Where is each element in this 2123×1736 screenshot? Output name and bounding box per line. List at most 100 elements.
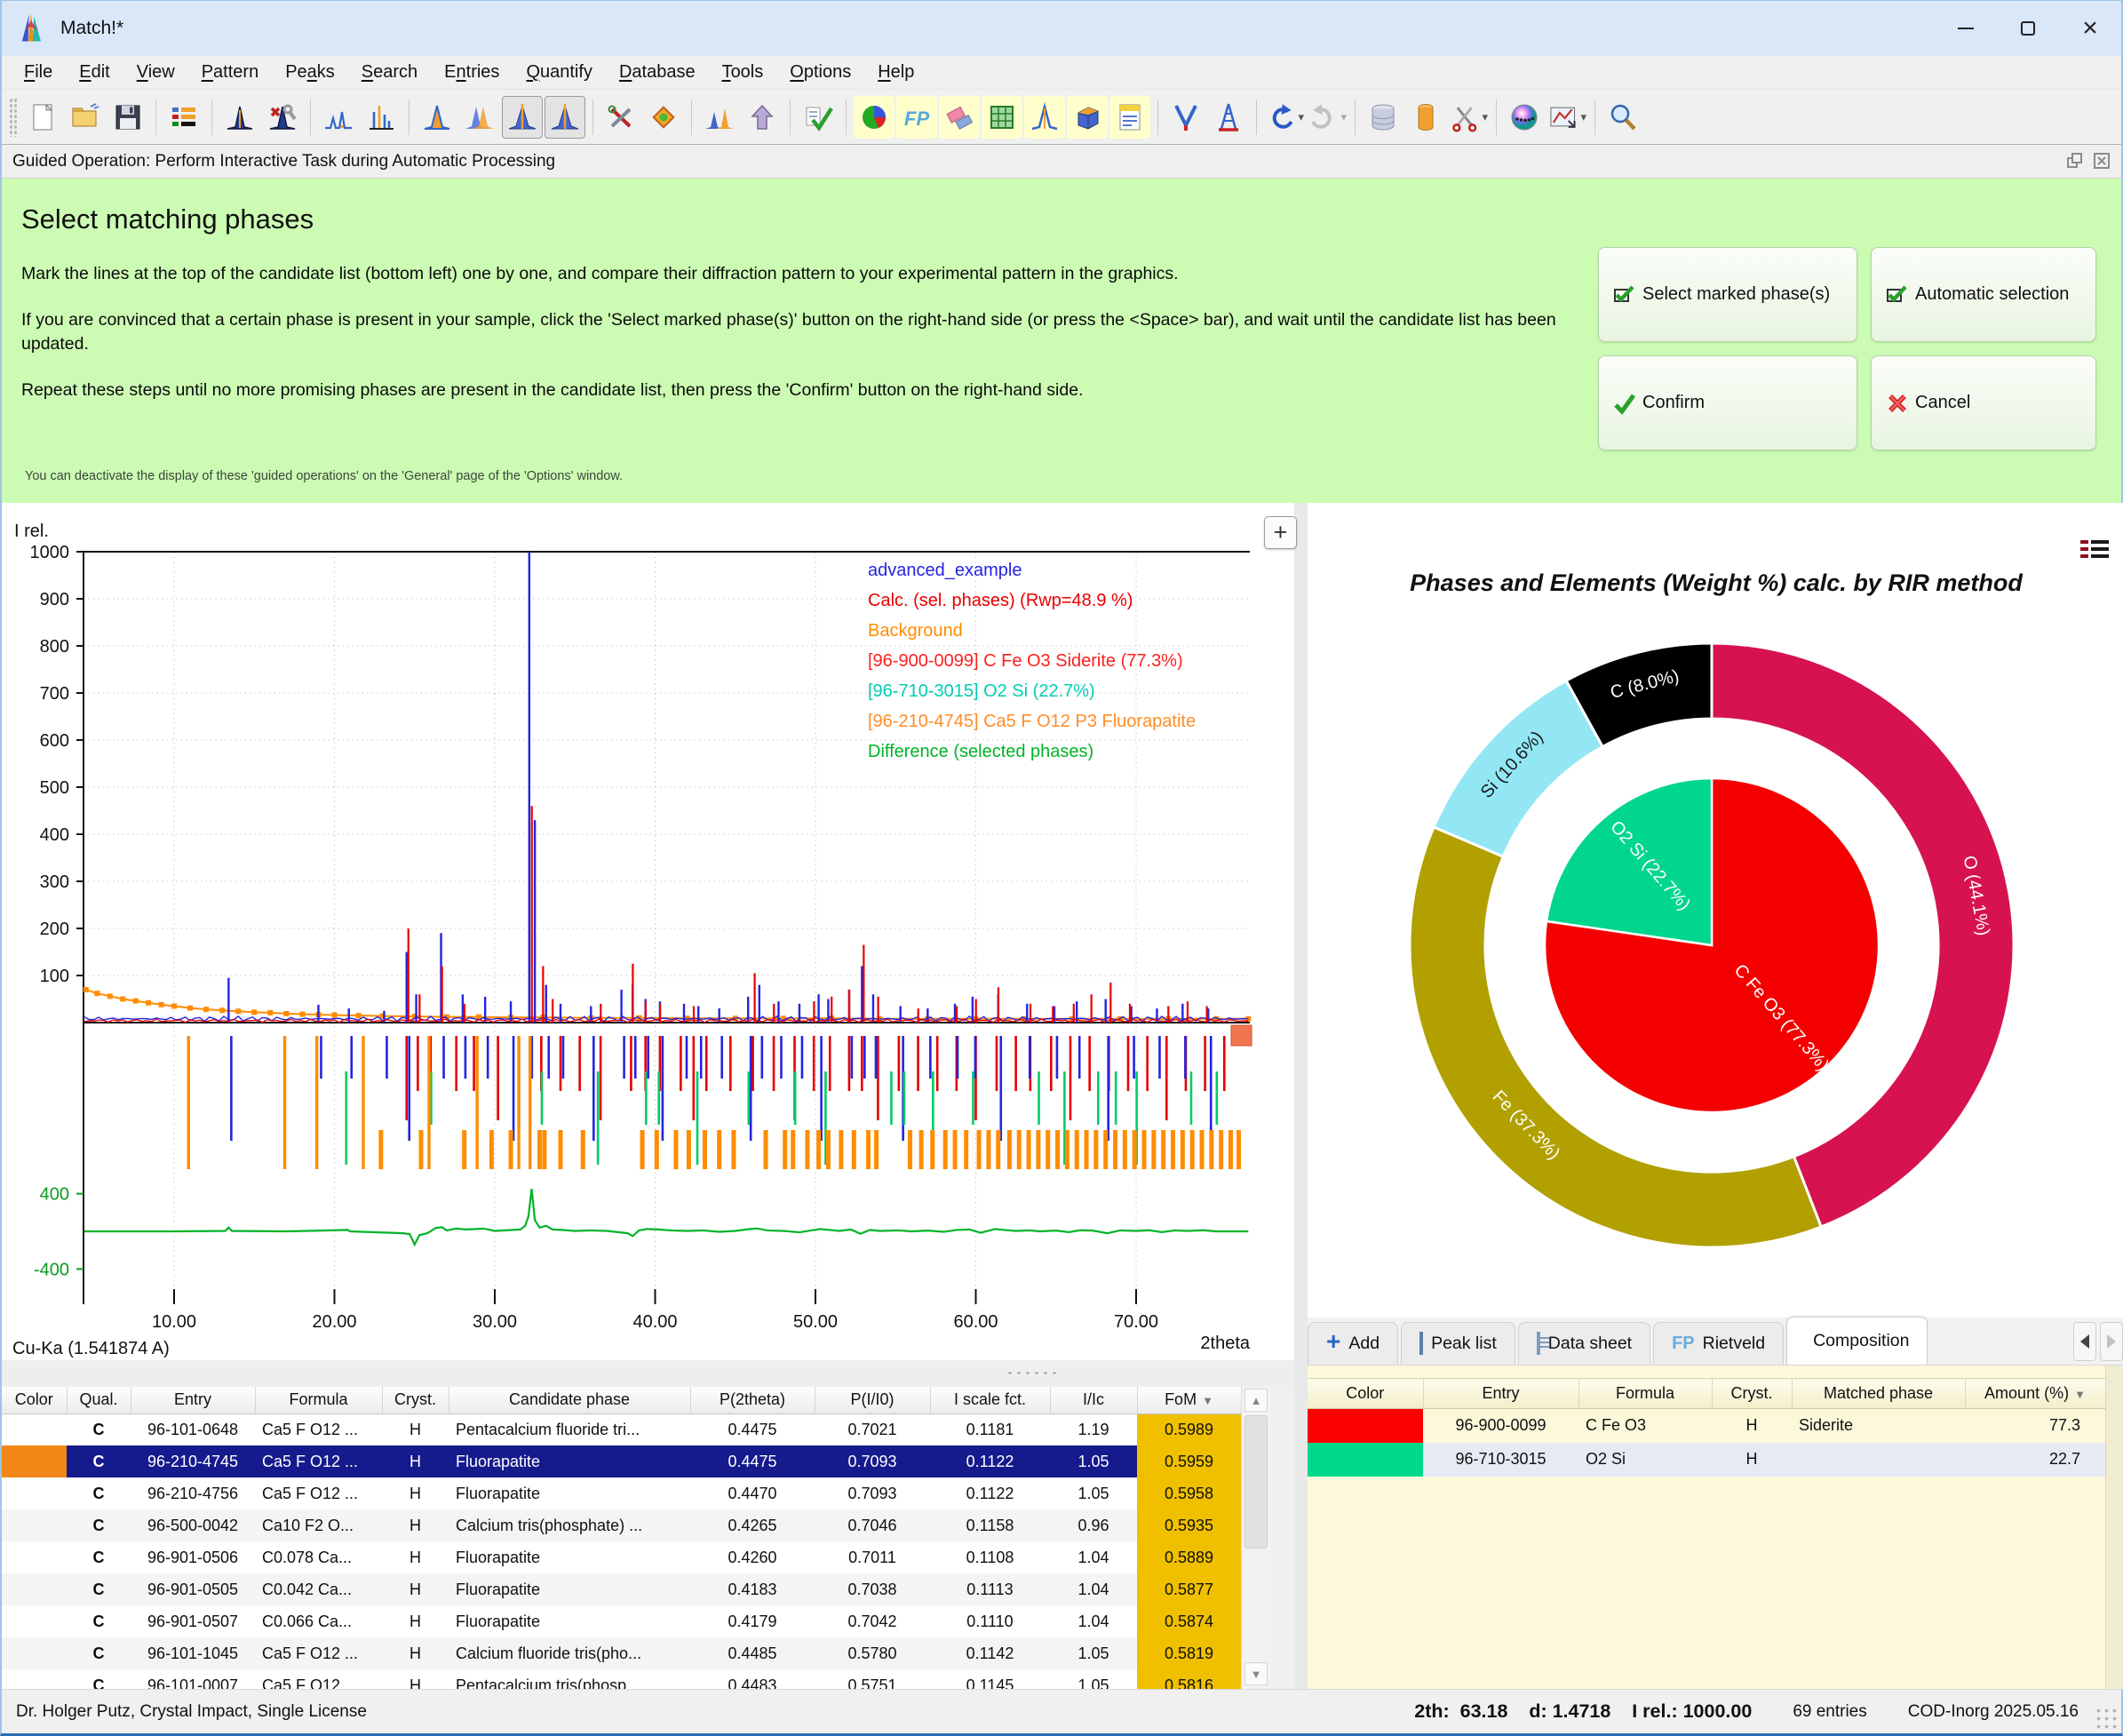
phase-column-header-color[interactable]: Color <box>1308 1379 1423 1409</box>
menu-tools[interactable]: Tools <box>709 59 777 86</box>
phase-column-header-amount-[interactable]: Amount (%)▼ <box>1965 1379 2105 1409</box>
scrollbar-thumb[interactable] <box>1244 1415 1268 1549</box>
menu-quantify[interactable]: Quantify <box>513 59 606 86</box>
eraser-icon[interactable] <box>939 96 980 139</box>
peak-search-options-icon[interactable] <box>262 96 303 139</box>
close-button[interactable]: × <box>2059 1 2121 56</box>
select-phases-icon[interactable] <box>798 96 839 139</box>
menu-file[interactable]: File <box>11 59 66 86</box>
menu-pattern[interactable]: Pattern <box>188 59 273 86</box>
save-icon[interactable] <box>107 96 148 139</box>
peak-search-icon[interactable] <box>219 96 260 139</box>
peak-overlay-icon[interactable] <box>459 96 500 139</box>
fp-rietveld-icon[interactable]: FP <box>896 96 937 139</box>
crystal-box-icon[interactable] <box>1067 96 1108 139</box>
menu-options[interactable]: Options <box>776 59 864 86</box>
raw-data-icon[interactable] <box>318 96 359 139</box>
database-icon[interactable] <box>1363 96 1403 139</box>
redo-icon[interactable]: ▾ <box>1307 96 1348 139</box>
toolbar-grip[interactable] <box>9 98 18 137</box>
confirm-button[interactable]: Confirm <box>1598 355 1857 450</box>
selected-phase-row[interactable]: 96-710-3015O2 SiH22.7 <box>1308 1443 2105 1477</box>
close-panel-icon[interactable] <box>2091 150 2112 171</box>
profile-fit-icon[interactable] <box>1024 96 1065 139</box>
horizontal-splitter[interactable] <box>2 1360 1294 1387</box>
candidate-row[interactable]: C96-210-4756Ca5 F O12 ...HFluorapatite0.… <box>2 1477 1241 1509</box>
column-header-p-2theta-[interactable]: P(2theta) <box>690 1387 815 1413</box>
open-file-icon[interactable] <box>65 96 106 139</box>
entry-list-icon[interactable] <box>163 96 204 139</box>
compare-pattern2-icon[interactable] <box>545 96 585 139</box>
selected-phase-row[interactable]: 96-900-0099C Fe O3HSiderite77.3 <box>1308 1409 2105 1443</box>
vertical-splitter[interactable] <box>1294 503 1308 1689</box>
menu-help[interactable]: Help <box>864 59 927 86</box>
candidate-row[interactable]: C96-901-0507C0.066 Ca...HFluorapatite0.4… <box>2 1605 1241 1637</box>
candidate-row[interactable]: C96-901-0505C0.042 Ca...HFluorapatite0.4… <box>2 1573 1241 1605</box>
phase-column-header-entry[interactable]: Entry <box>1423 1379 1578 1409</box>
column-header-color[interactable]: Color <box>2 1387 67 1413</box>
candidate-row[interactable]: C96-500-0042Ca10 F2 O...HCalcium tris(ph… <box>2 1509 1241 1541</box>
column-header-i-scale-fct-[interactable]: I scale fct. <box>930 1387 1050 1413</box>
automatic-selection-button[interactable]: Automatic selection <box>1871 247 2096 342</box>
scroll-up-icon[interactable]: ▲ <box>1244 1389 1268 1412</box>
quantify-pie-icon[interactable] <box>854 96 895 139</box>
menu-edit[interactable]: Edit <box>66 59 123 86</box>
phase-scrollbar[interactable] <box>2105 1366 2123 1689</box>
import-db-icon[interactable] <box>1405 96 1446 139</box>
search-match-options-icon[interactable] <box>600 96 641 139</box>
unit-cell-icon[interactable] <box>982 96 1022 139</box>
tab-rietveld[interactable]: FPRietveld <box>1653 1322 1784 1365</box>
rietveld-tower-icon[interactable] <box>1208 96 1249 139</box>
column-header-formula[interactable]: Formula <box>255 1387 382 1413</box>
column-header-p-i-i0-[interactable]: P(I/I0) <box>815 1387 930 1413</box>
undo-icon[interactable]: ▾ <box>1264 96 1305 139</box>
tab-data-sheet[interactable]: Data sheet <box>1518 1322 1650 1365</box>
peak-profile-icon[interactable] <box>417 96 457 139</box>
select-marked-phases-button[interactable]: Select marked phase(s) <box>1598 247 1857 342</box>
column-header-candidate-phase[interactable]: Candidate phase <box>449 1387 690 1413</box>
column-header-i-ic[interactable]: I/Ic <box>1050 1387 1137 1413</box>
minimize-button[interactable] <box>1935 1 1997 56</box>
menu-database[interactable]: Database <box>606 59 709 86</box>
phase-column-header-matched-phase[interactable]: Matched phase <box>1792 1379 1965 1409</box>
zoom-search-icon[interactable] <box>1602 96 1643 139</box>
candidate-row[interactable]: C96-101-1045Ca5 F O12 ...HCalcium fluori… <box>2 1637 1241 1669</box>
phase-column-header-cryst-[interactable]: Cryst. <box>1712 1379 1792 1409</box>
zoom-in-button[interactable]: + <box>1264 516 1297 549</box>
promote-arrow-icon[interactable] <box>742 96 783 139</box>
db-tools-icon[interactable]: ▾ <box>1448 96 1489 139</box>
tab-scroll-right-icon[interactable] <box>2100 1322 2123 1361</box>
cancel-button[interactable]: Cancel <box>1871 355 2096 450</box>
report-icon[interactable] <box>1109 96 1150 139</box>
candidate-scrollbar[interactable]: ▲ ▼ <box>1241 1387 1271 1689</box>
new-file-icon[interactable] <box>22 96 63 139</box>
compare-pattern-icon[interactable] <box>502 96 543 139</box>
column-header-entry[interactable]: Entry <box>131 1387 255 1413</box>
phase-column-header-formula[interactable]: Formula <box>1578 1379 1712 1409</box>
funnel-icon[interactable] <box>1165 96 1206 139</box>
candidate-row[interactable]: C96-101-0648Ca5 F O12 ...HPentacalcium f… <box>2 1413 1241 1445</box>
graphics-options-icon[interactable]: ▾ <box>1547 96 1587 139</box>
resize-grip[interactable] <box>2095 1707 2118 1730</box>
candidate-row[interactable]: C96-210-4745Ca5 F O12 ...HFluorapatite0.… <box>2 1445 1241 1477</box>
peak-bars-icon[interactable] <box>361 96 402 139</box>
candidate-row[interactable]: C96-101-0007Ca5 F O12 ...HPentacalcium t… <box>2 1669 1241 1689</box>
column-header-cryst-[interactable]: Cryst. <box>382 1387 449 1413</box>
tab-scroll-left-icon[interactable] <box>2073 1322 2096 1361</box>
menu-entries[interactable]: Entries <box>431 59 513 86</box>
menu-peaks[interactable]: Peaks <box>272 59 348 86</box>
maximize-button[interactable] <box>1997 1 2059 56</box>
menu-search[interactable]: Search <box>348 59 431 86</box>
diffraction-pattern-chart[interactable]: I rel.100200300400500600700800900100010.… <box>2 503 1294 1360</box>
scroll-down-icon[interactable]: ▼ <box>1244 1662 1268 1685</box>
tab-composition[interactable]: Composition <box>1786 1317 1928 1365</box>
candidate-row[interactable]: C96-901-0506C0.078 Ca...HFluorapatite0.4… <box>2 1541 1241 1573</box>
tab-peak-list[interactable]: Peak list <box>1401 1322 1515 1365</box>
menu-view[interactable]: View <box>123 59 188 86</box>
search-match-icon[interactable] <box>643 96 684 139</box>
column-header-qual-[interactable]: Qual. <box>67 1387 131 1413</box>
peak-group-icon[interactable] <box>699 96 740 139</box>
column-header-fom[interactable]: FoM▼ <box>1137 1387 1241 1413</box>
color-sphere-icon[interactable] <box>1504 96 1545 139</box>
tab-add[interactable]: +Add <box>1308 1322 1398 1365</box>
